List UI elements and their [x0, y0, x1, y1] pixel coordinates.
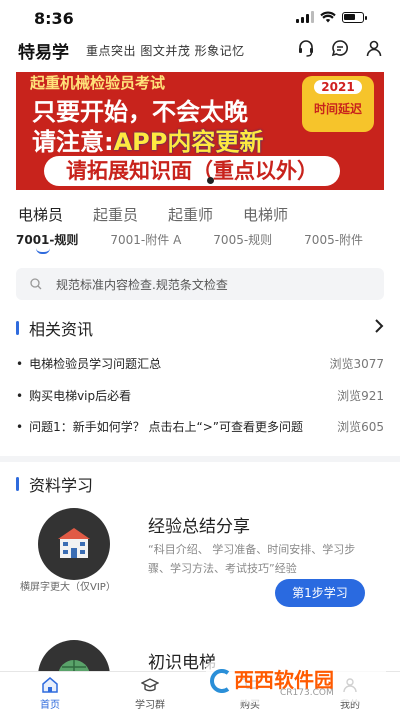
banner-line-4: 请拓展知识面（重点以外） [44, 156, 340, 186]
app-slogan: 重点突出 图文并茂 形象记忆 [86, 44, 245, 58]
status-time: 8:36 [34, 9, 74, 28]
user-icon[interactable] [364, 38, 384, 58]
badge-text: 时间延迟 [313, 102, 362, 116]
vip-note: 横屏字更大（仅VIP） [20, 582, 116, 593]
customer-service-icon[interactable] [296, 38, 316, 58]
sub-tabs: 7001-规则 7001-附件 A 7005-规则 7005-附件 [16, 231, 400, 248]
study-title-text: 资料学习 [29, 476, 94, 495]
search-placeholder: 规范标准内容检查.规范条文检查 [56, 278, 228, 292]
app-header: 特易学 重点突出 图文并茂 形象记忆 [0, 36, 400, 64]
app-name: 特易学 [18, 43, 69, 63]
news-item-title: 购买电梯vip后必看 [16, 387, 131, 404]
subtab-active-indicator [36, 248, 50, 254]
battery-icon [342, 11, 367, 23]
search-box[interactable]: 规范标准内容检查.规范条文检查 [16, 268, 384, 300]
badge-year: 2021 [314, 80, 362, 94]
status-indicators [296, 11, 367, 23]
tab-home-label: 首页 [40, 700, 60, 710]
category-tab-crane-engineer[interactable]: 起重师 [168, 204, 213, 225]
watermark: 西西软件园 CR173.COM [206, 662, 386, 702]
study-step-button[interactable]: 第1步学习 [275, 579, 365, 607]
subtab-7001-rules[interactable]: 7001-规则 [16, 231, 78, 248]
category-tab-elevator-inspector[interactable]: 电梯员 [18, 204, 63, 225]
watermark-logo-icon [210, 669, 230, 693]
news-title-text: 相关资讯 [29, 320, 94, 339]
message-icon[interactable] [330, 38, 350, 58]
cellular-signal-icon [296, 11, 314, 23]
home-icon [42, 677, 58, 693]
news-item-title: 电梯检验员学习问题汇总 [16, 355, 161, 372]
wifi-icon [320, 11, 336, 23]
carousel-dots [194, 177, 214, 184]
news-more-chevron-icon[interactable] [374, 318, 384, 337]
banner-badge: 2021 时间延迟 [302, 76, 374, 132]
graduation-cap-icon [141, 678, 159, 692]
search-icon [30, 278, 42, 290]
study-section-title: 资料学习 [16, 472, 93, 496]
tab-study-group-label: 学习群 [135, 700, 165, 710]
subtab-7001-annex-a[interactable]: 7001-附件 A [110, 231, 181, 248]
category-tab-crane-inspector[interactable]: 起重员 [93, 204, 138, 225]
tab-study-group[interactable]: 学习群 [120, 676, 180, 710]
status-bar: 8:36 [0, 0, 400, 36]
news-item-views: 浏览605 [337, 420, 384, 434]
news-section-title: 相关资讯 [16, 316, 93, 340]
card-title[interactable]: 经验总结分享 [148, 512, 250, 537]
category-tab-elevator-engineer[interactable]: 电梯师 [243, 204, 288, 225]
category-tabs: 电梯员 起重员 起重师 电梯师 [18, 204, 288, 225]
promo-banner[interactable]: 起重机械检验员考试 只要开始，不会太晚 请注意:APP内容更新 请拓展知识面（重… [16, 72, 384, 190]
section-divider [0, 456, 400, 462]
subtab-7005-annex[interactable]: 7005-附件 [304, 231, 363, 248]
building-icon [38, 508, 110, 580]
watermark-url: CR173.COM [280, 688, 334, 698]
news-item-title: 问题1：新手如何学？ 点击右上“>”可查看更多问题 [16, 418, 303, 435]
card-description: “科目介绍、 学习准备、时间安排、学习步骤、学习方法、考试技巧”经验 [148, 543, 356, 575]
news-item-views: 浏览921 [337, 389, 384, 403]
banner-update-text: APP内容更新 [113, 128, 264, 156]
banner-notice-label: 请注意: [32, 128, 114, 156]
news-item-views: 浏览3077 [329, 357, 384, 371]
tab-home[interactable]: 首页 [20, 676, 80, 710]
subtab-7005-rules[interactable]: 7005-规则 [213, 231, 272, 248]
